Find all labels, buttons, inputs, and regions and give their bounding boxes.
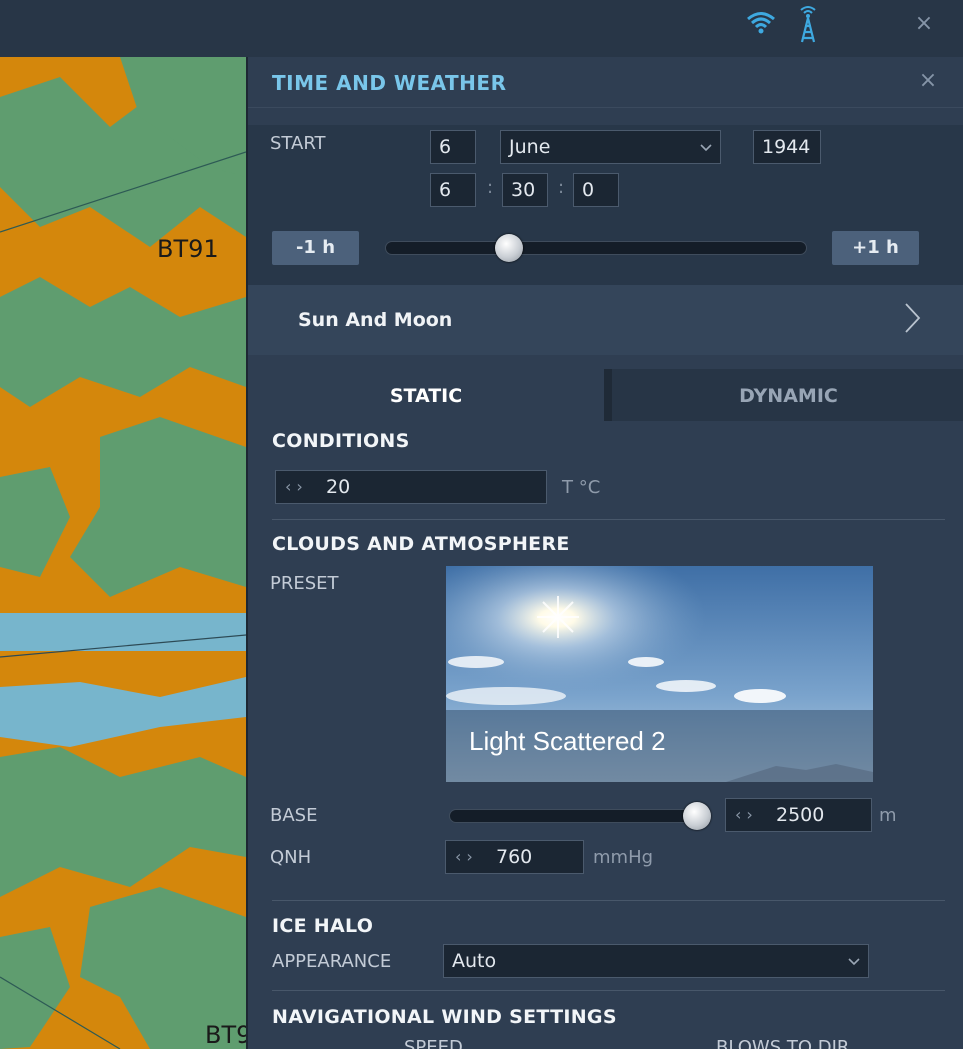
start-section: START 6 June 1944 6 : 30 : 0 -1 h +1 h [248, 125, 963, 285]
start-label: START [270, 133, 326, 154]
preset-name: Light Scattered 2 [469, 726, 666, 756]
base-value: 2500 [776, 804, 825, 826]
appearance-select[interactable]: Auto [443, 944, 869, 978]
minus-hour-button[interactable]: -1 h [272, 231, 359, 265]
wind-dir-label: BLOWS TO DIR [716, 1037, 850, 1049]
base-unit: m [879, 805, 897, 826]
spinner-arrows-icon[interactable]: ‹› [735, 799, 758, 831]
time-separator: : [558, 177, 565, 198]
wifi-icon [747, 12, 775, 34]
appearance-label: APPEARANCE [272, 951, 392, 972]
close-icon[interactable]: × [916, 69, 940, 93]
time-weather-panel: TIME AND WEATHER × START 6 June 1944 6 :… [246, 57, 963, 1049]
hour-input[interactable]: 6 [430, 173, 476, 207]
plus-hour-button[interactable]: +1 h [832, 231, 919, 265]
preset-label: PRESET [270, 573, 339, 594]
time-separator: : [487, 177, 494, 198]
chevron-down-icon [848, 958, 860, 966]
spinner-arrows-icon[interactable]: ‹› [455, 841, 478, 873]
wind-speed-label: SPEED [404, 1037, 463, 1049]
chevron-down-icon [700, 144, 712, 152]
tower-icon [800, 6, 816, 43]
divider [272, 990, 945, 991]
month-select[interactable]: June [500, 130, 721, 164]
cloud-preset-preview[interactable]: Light Scattered 2 [446, 566, 873, 782]
tab-bar: STATIC DYNAMIC [248, 369, 963, 421]
sun-and-moon-row[interactable]: Sun And Moon [248, 285, 963, 355]
divider [272, 519, 945, 520]
clouds-title: CLOUDS AND ATMOSPHERE [272, 533, 570, 555]
qnh-label: QNH [270, 847, 312, 868]
qnh-value: 760 [496, 846, 533, 868]
spinner-arrows-icon[interactable]: ‹› [285, 471, 308, 503]
map-terrain [0, 57, 246, 1049]
minute-input[interactable]: 30 [502, 173, 548, 207]
time-slider-handle[interactable] [495, 234, 524, 262]
map-grid-label: BT9 [205, 1021, 246, 1049]
year-input[interactable]: 1944 [753, 130, 821, 164]
wind-title: NAVIGATIONAL WIND SETTINGS [272, 1006, 617, 1028]
base-label: BASE [270, 805, 318, 826]
divider [272, 900, 945, 901]
qnh-spinner[interactable]: ‹› 760 [445, 840, 584, 874]
chevron-right-icon [905, 303, 921, 333]
time-slider[interactable] [385, 241, 807, 255]
second-input[interactable]: 0 [573, 173, 619, 207]
tab-static[interactable]: STATIC [248, 369, 604, 421]
base-slider[interactable] [449, 809, 711, 823]
ice-halo-title: ICE HALO [272, 915, 374, 937]
panel-title: TIME AND WEATHER [272, 71, 507, 95]
tab-dynamic[interactable]: DYNAMIC [612, 369, 963, 421]
top-bar: × [0, 0, 963, 57]
divider [248, 107, 963, 108]
temperature-value: 20 [326, 476, 351, 498]
sun-and-moon-label: Sun And Moon [298, 309, 453, 331]
day-input[interactable]: 6 [430, 130, 476, 164]
base-spinner[interactable]: ‹› 2500 [725, 798, 872, 832]
tab-divider [604, 369, 612, 421]
qnh-unit: mmHg [593, 847, 654, 868]
base-slider-handle[interactable] [683, 802, 711, 830]
temperature-unit: T °C [562, 477, 601, 498]
map-grid-label: BT91 [157, 235, 219, 263]
conditions-title: CONDITIONS [272, 430, 410, 452]
map-view[interactable]: BT91 BT9 [0, 57, 246, 1049]
temperature-spinner[interactable]: ‹› 20 [275, 470, 547, 504]
appearance-value: Auto [452, 950, 497, 972]
month-value: June [509, 136, 551, 158]
close-icon[interactable]: × [912, 12, 936, 36]
